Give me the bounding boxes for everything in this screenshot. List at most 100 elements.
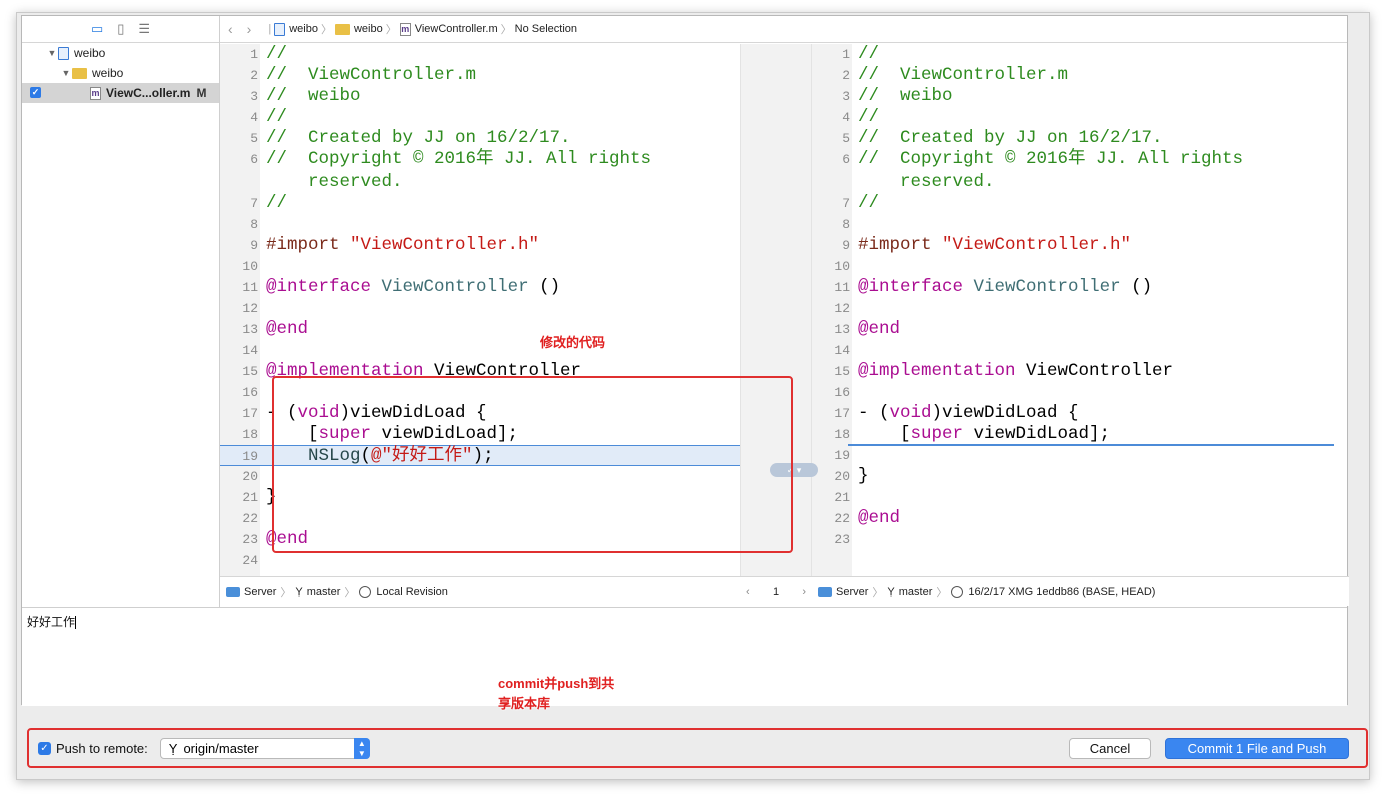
code-line[interactable]: 19 [812,445,1334,466]
code-line[interactable]: 4 // [812,107,1334,128]
code-line[interactable]: 1 // [220,44,740,65]
base-revision-editor[interactable]: 1 // 2 // ViewController.m 3 // weibo 4 // 5 // C… [812,44,1334,576]
list-view-icon[interactable]: ☰ [138,21,150,37]
revision-label[interactable]: Local Revision [376,586,448,598]
code-line[interactable]: 23 [812,529,1334,550]
code-line[interactable]: 16 [812,382,1334,403]
commit-message-field[interactable]: 好好工作 [22,607,1347,706]
branch-icon: Ỵ [295,585,303,598]
code-line[interactable]: 14 [812,340,1334,361]
push-to-remote-checkbox[interactable]: ✓ [38,741,51,755]
code-line[interactable]: reserved. [812,172,1334,193]
line-number: 18 [242,427,258,442]
line-number: 17 [834,406,850,421]
code-line[interactable]: 6 // Copyright © 2016年 JJ. All rights [220,149,740,170]
file-include-checkbox[interactable]: ✓ [30,87,41,98]
disclosure-triangle-icon[interactable]: ▼ [60,68,72,78]
code-line[interactable]: reserved. [220,172,740,193]
code-line[interactable]: 3 // weibo [220,86,740,107]
code-line[interactable]: 7 // [812,193,1334,214]
file-view-icon[interactable]: ▯ [117,21,124,37]
line-number: 11 [834,280,850,295]
code-text: // Copyright © 2016年 JJ. All rights [266,149,652,169]
tree-item-project[interactable]: ▼ weibo [22,43,219,63]
code-line[interactable]: 5 // Created by JJ on 16/2/17. [812,128,1334,149]
server-label[interactable]: Server [836,586,868,598]
code-line[interactable]: 14 [220,340,740,361]
chevron-up-down-icon: ▲ ▼ [353,737,370,759]
breadcrumb-file[interactable]: m ViewController.m [399,22,498,36]
code-line[interactable]: 4 // [220,107,740,128]
tree-item-label: weibo [74,46,106,60]
code-line[interactable]: 8 [812,214,1334,235]
line-number: 22 [834,511,850,526]
code-line[interactable]: 11 @interface ViewController () [812,277,1334,298]
folder-view-icon[interactable]: ▭ [91,21,103,37]
code-line[interactable]: 18 [super viewDidLoad]; [812,424,1334,445]
code-line[interactable]: 13 @end [812,319,1334,340]
code-line[interactable]: 2 // ViewController.m [812,65,1334,86]
breadcrumb-project[interactable]: weibo [274,22,318,36]
breadcrumb-selection[interactable]: No Selection [515,23,577,35]
previous-change-icon[interactable]: ‹ [746,586,750,598]
code-line[interactable]: 15 @implementation ViewController [812,361,1334,382]
code-line[interactable]: 2 // ViewController.m [220,65,740,86]
code-line[interactable]: 7 // [220,193,740,214]
breadcrumb-folder[interactable]: weibo [334,23,383,35]
branch-icon: Ỵ [887,585,895,598]
commit-window: ▭ ▯ ☰ ▼ weibo ▼ weibo ✓ m ViewC...oller.… [21,15,1349,706]
line-number: 7 [250,196,258,211]
line-number: 11 [242,280,258,295]
remote-branch-select[interactable]: Ỵ origin/master ▲ ▼ [159,737,370,759]
code-line[interactable]: 20} [812,466,1334,487]
code-line[interactable]: 9 #import "ViewController.h" [220,235,740,256]
code-line[interactable]: 21 [812,487,1334,508]
code-text: @end [858,508,901,528]
line-number: 19 [834,448,850,463]
line-number: 5 [250,131,258,146]
code-line[interactable]: 8 [220,214,740,235]
breadcrumb-label: weibo [289,23,318,35]
line-number: 2 [842,68,850,83]
code-line[interactable]: 12 [812,298,1334,319]
branch-label[interactable]: master [899,586,933,598]
tree-item-folder[interactable]: ▼ weibo [22,63,219,83]
code-line[interactable]: 3 // weibo [812,86,1334,107]
push-to-remote-label[interactable]: Push to remote: [56,741,148,756]
line-number: 16 [242,385,258,400]
breadcrumb-label: weibo [353,23,383,35]
line-number: 21 [834,490,850,505]
tree-item-file[interactable]: ✓ m ViewC...oller.m M [22,83,219,103]
code-text: // [266,107,288,127]
branch-icon: Ỵ [168,740,178,756]
back-arrow-icon[interactable]: ‹ [228,21,233,37]
branch-label[interactable]: master [307,586,341,598]
code-line[interactable]: 6 // Copyright © 2016年 JJ. All rights [812,149,1334,170]
code-line[interactable]: 10 [812,256,1334,277]
code-line[interactable]: 12 [220,298,740,319]
status-separator-icon: 〉 [280,586,292,599]
disclosure-triangle-icon[interactable]: ▼ [46,48,58,58]
change-counter: 1 [772,585,780,598]
code-line[interactable]: 9 #import "ViewController.h" [812,235,1334,256]
server-label[interactable]: Server [244,586,276,598]
code-line[interactable]: 24 [220,550,740,571]
code-text: [super viewDidLoad]; [858,424,1111,444]
commit-and-push-button[interactable]: Commit 1 File and Push [1165,738,1349,759]
next-change-icon[interactable]: › [802,586,806,598]
code-line[interactable]: 1 // [812,44,1334,65]
code-line[interactable]: 22 @end [812,508,1334,529]
code-line[interactable]: 13 @end [220,319,740,340]
revision-label[interactable]: 16/2/17 XMG 1eddb86 (BASE, HEAD) [968,586,1155,598]
code-line[interactable]: 17 - (void)viewDidLoad { [812,403,1334,424]
code-line[interactable]: 5 // Created by JJ on 16/2/17. [220,128,740,149]
code-line[interactable]: 10 [220,256,740,277]
line-number: 13 [242,322,258,337]
breadcrumb-label: No Selection [514,23,578,35]
code-line[interactable]: 11 @interface ViewController () [220,277,740,298]
cancel-button[interactable]: Cancel [1069,738,1151,759]
jump-bar: ‹ › | weibo 〉 weibo 〉 m ViewController.m … [220,16,1347,43]
line-number: 14 [242,343,258,358]
code-text: // Copyright © 2016年 JJ. All rights [858,149,1244,169]
forward-arrow-icon[interactable]: › [247,21,252,37]
